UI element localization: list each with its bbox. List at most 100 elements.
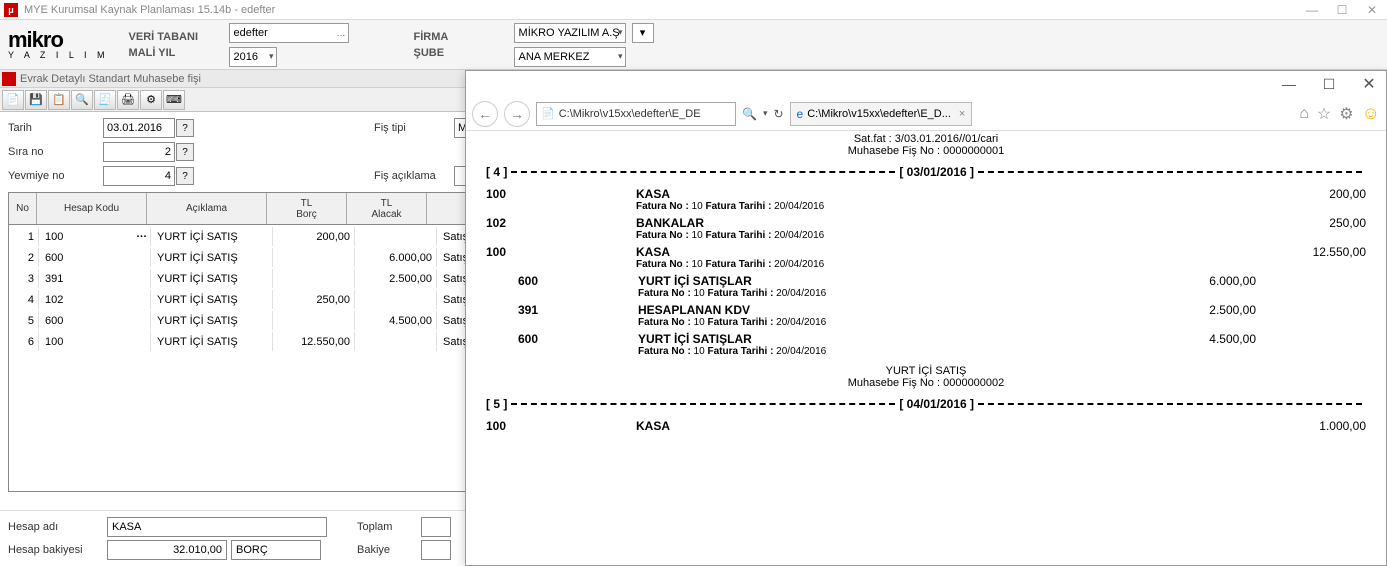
table-row[interactable]: 4102YURT İÇİ SATIŞ250,00Satış (Sa bbox=[11, 290, 493, 309]
col-alacak[interactable]: TL Alacak bbox=[347, 193, 427, 224]
toolbar-button-8[interactable]: ⌨ bbox=[163, 90, 185, 110]
minimize-button[interactable]: — bbox=[1297, 0, 1327, 20]
ie-tab[interactable]: e C:\Mikro\v15xx\edefter\E_D... × bbox=[790, 102, 973, 126]
entry-meta: Fatura No : 10 Fatura Tarihi : 20/04/201… bbox=[638, 317, 1166, 328]
main-titlebar: μ MYE Kurumsal Kaynak Planlaması 15.14b … bbox=[0, 0, 1387, 20]
hesapadi-input[interactable]: KASA bbox=[107, 517, 327, 537]
firm-combo[interactable]: MİKRO YAZILIM A.Ş▾ bbox=[514, 23, 626, 43]
maximize-button[interactable]: ☐ bbox=[1327, 0, 1357, 20]
entry-meta: Fatura No : 10 Fatura Tarihi : 20/04/201… bbox=[638, 288, 1166, 299]
ledger-entry: 102 BANKALARFatura No : 10 Fatura Tarihi … bbox=[486, 216, 1366, 241]
logo-subtext: Y A Z I L I M bbox=[8, 50, 109, 60]
col-no[interactable]: No bbox=[9, 193, 37, 224]
account-name: KASA bbox=[636, 245, 1276, 259]
account-name: BANKALAR bbox=[636, 216, 1276, 230]
window-title: MYE Kurumsal Kaynak Planlaması 15.14b - … bbox=[24, 4, 275, 16]
account-code: 600 bbox=[518, 332, 578, 346]
ie-maximize-button[interactable]: ☐ bbox=[1318, 76, 1340, 93]
ie-back-button[interactable]: ← bbox=[472, 101, 498, 127]
hesapbak-input[interactable]: 32.010,00 bbox=[107, 540, 227, 560]
entry-amount: 2.500,00 bbox=[1166, 303, 1256, 317]
entry-meta: Fatura No : 10 Fatura Tarihi : 20/04/201… bbox=[638, 346, 1166, 357]
account-name: KASA bbox=[636, 187, 1276, 201]
table-row[interactable]: 6100YURT İÇİ SATIŞ12.550,00Satış (Sa bbox=[11, 332, 493, 351]
toolbar-button-2[interactable]: 💾 bbox=[25, 90, 47, 110]
firm-more-button[interactable]: ▾ bbox=[632, 23, 654, 43]
tarih-lookup-button[interactable]: ? bbox=[176, 119, 194, 137]
toplam-input[interactable] bbox=[421, 517, 451, 537]
dropdown-icon[interactable]: ▾ bbox=[763, 108, 768, 119]
block5-date: [ 04/01/2016 ] bbox=[899, 397, 974, 411]
tab-close-icon[interactable]: × bbox=[959, 108, 965, 120]
feedback-icon[interactable]: ☺ bbox=[1362, 103, 1380, 124]
block4-footer1: YURT İÇİ SATIŞ bbox=[486, 365, 1366, 377]
search-icon[interactable]: 🔍 bbox=[742, 107, 757, 121]
entry-meta: Fatura No : 10 Fatura Tarihi : 20/04/201… bbox=[636, 230, 1276, 241]
favorites-icon[interactable]: ☆ bbox=[1317, 104, 1331, 124]
ie-address-bar[interactable]: 📄 C:\Mikro\v15xx\edefter\E_DE bbox=[536, 102, 736, 126]
sirano-lookup-button[interactable]: ? bbox=[176, 143, 194, 161]
dropdown-icon: ▾ bbox=[618, 51, 623, 62]
table-row[interactable]: 1100…YURT İÇİ SATIŞ200,00Satış (Sa bbox=[11, 227, 493, 246]
ie-icon: e bbox=[797, 107, 804, 121]
ie-minimize-button[interactable]: — bbox=[1278, 76, 1300, 92]
sirano-input[interactable]: 2 bbox=[103, 142, 175, 162]
grid-table: 1100…YURT İÇİ SATIŞ200,00Satış (Sa 2600YU… bbox=[9, 225, 495, 353]
toolbar-button-5[interactable]: 🧾 bbox=[94, 90, 116, 110]
year-combo[interactable]: 2016▾ bbox=[229, 47, 277, 67]
account-code: 391 bbox=[518, 303, 578, 317]
firm-value: MİKRO YAZILIM A.Ş bbox=[519, 27, 620, 39]
child-title: Evrak Detaylı Standart Muhasebe fişi bbox=[20, 73, 201, 85]
doc-header-line1: Sat.fat : 3/03.01.2016//01/cari bbox=[486, 133, 1366, 145]
tools-icon[interactable]: ⚙ bbox=[1339, 104, 1353, 124]
block-date: [ 03/01/2016 ] bbox=[899, 165, 974, 179]
refresh-icon[interactable]: ↻ bbox=[773, 107, 783, 121]
tarih-input[interactable]: 03.01.2016 bbox=[103, 118, 175, 138]
table-row[interactable]: 3391YURT İÇİ SATIŞ2.500,00Satış (Sa bbox=[11, 269, 493, 288]
block-index: [ 4 ] bbox=[486, 165, 507, 179]
toolbar-button-6[interactable]: 🖨 bbox=[117, 90, 139, 110]
spinner-icon: ▾ bbox=[269, 51, 274, 62]
close-button[interactable]: ✕ bbox=[1357, 0, 1387, 20]
ie-address-text: C:\Mikro\v15xx\edefter\E_DE bbox=[559, 108, 701, 120]
hesapbak-side: BORÇ bbox=[231, 540, 321, 560]
year-label: MALİ YIL bbox=[129, 47, 204, 59]
db-combo[interactable]: edefter… bbox=[229, 23, 349, 43]
yevmiye-lookup-button[interactable]: ? bbox=[176, 167, 194, 185]
firm-label: FİRMA bbox=[414, 31, 489, 43]
toolbar-button-1[interactable]: 📄 bbox=[2, 90, 24, 110]
account-code: 102 bbox=[486, 216, 546, 230]
home-icon[interactable]: ⌂ bbox=[1299, 105, 1309, 123]
entry-amount: 250,00 bbox=[1276, 216, 1366, 230]
hesapadi-value: KASA bbox=[112, 521, 141, 533]
ie-titlebar: — ☐ ✕ bbox=[466, 71, 1386, 97]
yevmiye-value: 4 bbox=[165, 170, 171, 182]
toplam-label: Toplam bbox=[357, 521, 417, 533]
account-name: HESAPLANAN KDV bbox=[638, 303, 1166, 317]
entry-amount: 200,00 bbox=[1276, 187, 1366, 201]
dropdown-icon: ▾ bbox=[618, 27, 623, 38]
toolbar-button-3[interactable]: 📋 bbox=[48, 90, 70, 110]
db-label: VERİ TABANI bbox=[129, 31, 204, 43]
table-row[interactable]: 2600YURT İÇİ SATIŞ6.000,00Satış (Sa bbox=[11, 248, 493, 267]
toolbar-button-4[interactable]: 🔍 bbox=[71, 90, 93, 110]
ie-forward-button[interactable]: → bbox=[504, 101, 530, 127]
account-code: 100 bbox=[486, 245, 546, 259]
hesapbak-label: Hesap bakiyesi bbox=[8, 544, 103, 556]
bakiye-input[interactable] bbox=[421, 540, 451, 560]
tarih-value: 03.01.2016 bbox=[107, 122, 171, 134]
ie-close-button[interactable]: ✕ bbox=[1358, 74, 1380, 94]
ledger-entry: 100KASAFatura No : 10 Fatura Tarihi : 20… bbox=[486, 187, 1366, 212]
block5-index: [ 5 ] bbox=[486, 397, 507, 411]
child-icon bbox=[2, 72, 16, 86]
col-acik[interactable]: Açıklama bbox=[147, 193, 267, 224]
table-row[interactable]: 5600YURT İÇİ SATIŞ4.500,00Satış (Sa bbox=[11, 311, 493, 330]
entry-amount: 12.550,00 bbox=[1276, 245, 1366, 259]
branch-combo[interactable]: ANA MERKEZ▾ bbox=[514, 47, 626, 67]
col-borc[interactable]: TL Borç bbox=[267, 193, 347, 224]
dropdown-icon: … bbox=[337, 28, 346, 38]
toolbar-button-7[interactable]: ⚙ bbox=[140, 90, 162, 110]
yevmiye-input[interactable]: 4 bbox=[103, 166, 175, 186]
fistipi-label: Fiş tipi bbox=[374, 122, 454, 134]
col-kodu[interactable]: Hesap Kodu bbox=[37, 193, 147, 224]
